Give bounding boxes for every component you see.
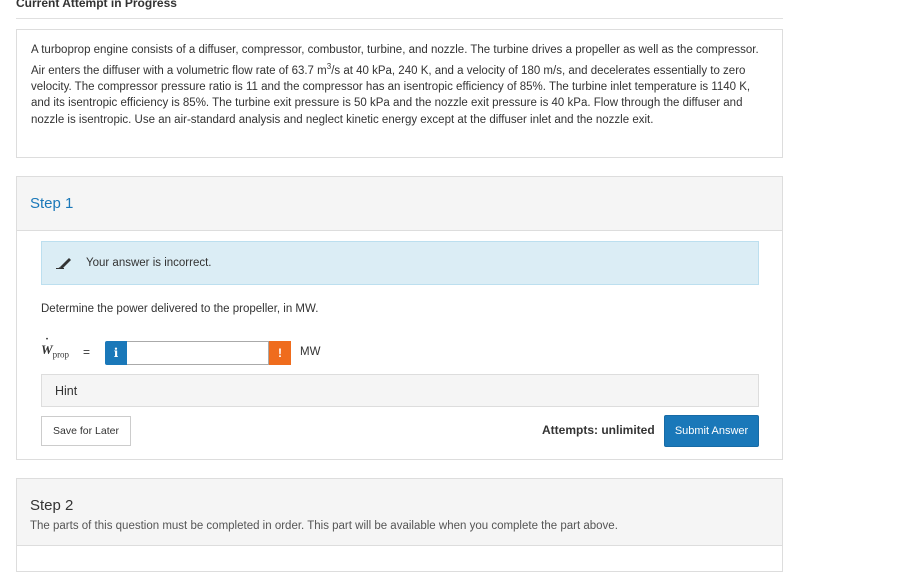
- step-1-panel: Step 1 Your answer is incorrect. Determi…: [16, 176, 783, 460]
- unit-label: MW: [300, 346, 321, 358]
- problem-statement: A turboprop engine consists of a diffuse…: [16, 29, 783, 158]
- hint-toggle[interactable]: Hint: [41, 374, 759, 407]
- answer-input[interactable]: [127, 341, 269, 365]
- variable-subscript: prop: [52, 349, 70, 360]
- page: Current Attempt in Progress A turboprop …: [0, 0, 909, 585]
- variable-dot: ˙: [45, 335, 49, 349]
- step-2-panel: Step 2 The parts of this question must b…: [16, 478, 783, 572]
- divider: [16, 18, 783, 19]
- save-for-later-button[interactable]: Save for Later: [41, 416, 131, 446]
- step-2-title: Step 2: [30, 497, 74, 514]
- variable-label: ˙ Wprop: [41, 335, 70, 360]
- info-icon[interactable]: i: [105, 341, 127, 365]
- step-2-header: Step 2 The parts of this question must b…: [17, 479, 782, 546]
- equals-sign: =: [83, 345, 91, 359]
- attempt-status-title: Current Attempt in Progress: [16, 0, 177, 10]
- pencil-icon: [56, 256, 72, 269]
- step-1-header[interactable]: Step 1: [17, 177, 782, 231]
- feedback-text: Your answer is incorrect.: [86, 257, 212, 269]
- question-text: Determine the power delivered to the pro…: [41, 303, 319, 315]
- warning-icon: !: [269, 341, 291, 365]
- submit-answer-button[interactable]: Submit Answer: [664, 415, 759, 447]
- problem-text: A turboprop engine consists of a diffuse…: [31, 42, 768, 128]
- step-2-locked-note: The parts of this question must be compl…: [30, 520, 618, 532]
- step-1-title: Step 1: [30, 195, 74, 212]
- feedback-banner: Your answer is incorrect.: [41, 241, 759, 285]
- attempts-label: Attempts: unlimited: [542, 423, 655, 437]
